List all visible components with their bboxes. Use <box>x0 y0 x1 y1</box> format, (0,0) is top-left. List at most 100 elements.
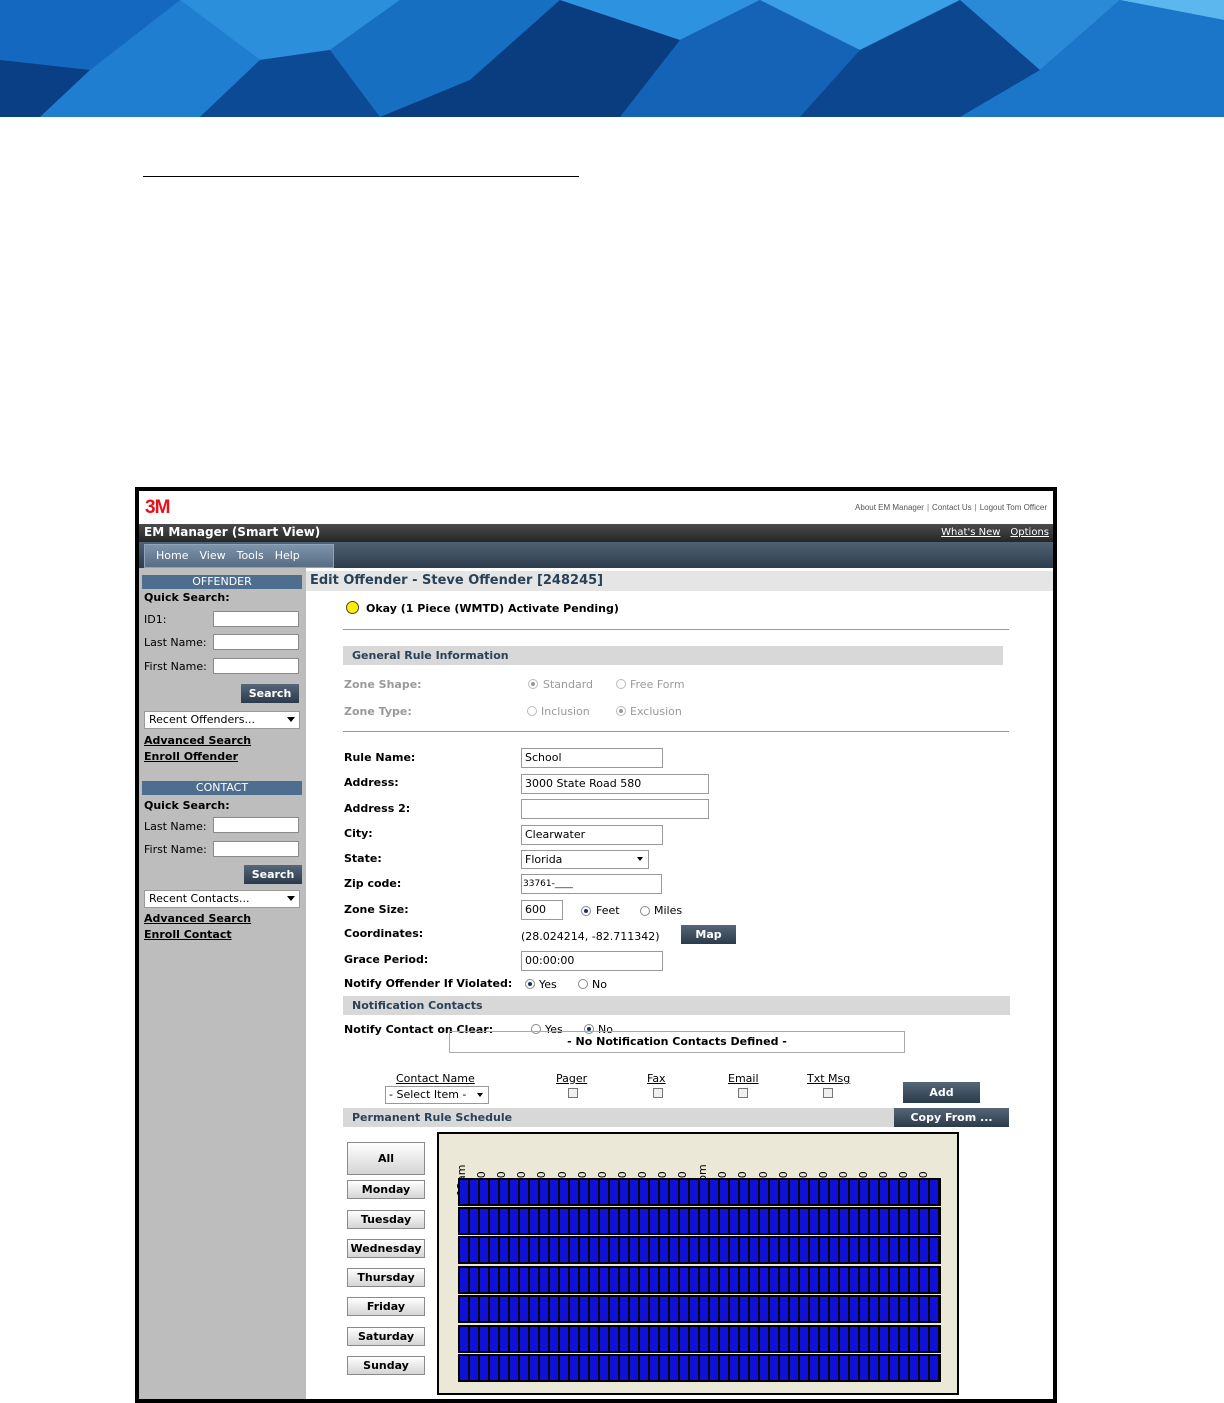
id1-input[interactable] <box>213 611 299 627</box>
schedule-cell[interactable] <box>610 1297 618 1321</box>
schedule-cell[interactable] <box>890 1180 898 1204</box>
notify-no-radio[interactable] <box>578 979 588 989</box>
schedule-cell[interactable] <box>550 1297 558 1321</box>
schedule-cell[interactable] <box>500 1268 508 1292</box>
schedule-cell[interactable] <box>700 1356 708 1380</box>
schedule-cell[interactable] <box>640 1356 648 1380</box>
schedule-cell[interactable] <box>900 1297 908 1321</box>
schedule-cell[interactable] <box>590 1268 598 1292</box>
schedule-cell[interactable] <box>820 1356 828 1380</box>
schedule-cell[interactable] <box>800 1209 808 1233</box>
schedule-cell[interactable] <box>710 1238 718 1262</box>
day-button-tuesday[interactable]: Tuesday <box>347 1210 425 1229</box>
copy-from-button[interactable]: Copy From ... <box>894 1108 1009 1127</box>
schedule-cell[interactable] <box>740 1238 748 1262</box>
schedule-cell[interactable] <box>600 1180 608 1204</box>
schedule-cell[interactable] <box>790 1327 798 1351</box>
schedule-cell[interactable] <box>890 1327 898 1351</box>
zone-shape-freeform-radio[interactable] <box>616 679 626 689</box>
schedule-cell[interactable] <box>570 1268 578 1292</box>
schedule-cell[interactable] <box>880 1297 888 1321</box>
schedule-cell[interactable] <box>810 1180 818 1204</box>
schedule-cell[interactable] <box>540 1209 548 1233</box>
schedule-cell[interactable] <box>520 1327 528 1351</box>
schedule-cell[interactable] <box>740 1297 748 1321</box>
schedule-cell[interactable] <box>490 1180 498 1204</box>
schedule-cell[interactable] <box>640 1238 648 1262</box>
schedule-row-tuesday[interactable] <box>458 1207 941 1235</box>
schedule-cell[interactable] <box>860 1297 868 1321</box>
add-contact-button[interactable]: Add <box>903 1082 980 1103</box>
schedule-cell[interactable] <box>770 1327 778 1351</box>
schedule-cell[interactable] <box>730 1356 738 1380</box>
schedule-cell[interactable] <box>520 1268 528 1292</box>
schedule-cell[interactable] <box>610 1209 618 1233</box>
schedule-cell[interactable] <box>810 1268 818 1292</box>
schedule-cell[interactable] <box>930 1209 938 1233</box>
fax-column[interactable]: Fax <box>647 1072 666 1085</box>
schedule-cell[interactable] <box>600 1268 608 1292</box>
schedule-cell[interactable] <box>820 1268 828 1292</box>
schedule-cell[interactable] <box>830 1268 838 1292</box>
schedule-cell[interactable] <box>730 1297 738 1321</box>
schedule-cell[interactable] <box>860 1268 868 1292</box>
schedule-cell[interactable] <box>600 1238 608 1262</box>
offender-first-name-input[interactable] <box>213 658 299 674</box>
schedule-cell[interactable] <box>460 1268 468 1292</box>
schedule-cell[interactable] <box>770 1180 778 1204</box>
schedule-cell[interactable] <box>640 1327 648 1351</box>
schedule-cell[interactable] <box>680 1268 688 1292</box>
schedule-cell[interactable] <box>620 1180 628 1204</box>
schedule-cell[interactable] <box>690 1356 698 1380</box>
schedule-cell[interactable] <box>910 1327 918 1351</box>
schedule-cell[interactable] <box>480 1356 488 1380</box>
schedule-cell[interactable] <box>490 1268 498 1292</box>
schedule-cell[interactable] <box>510 1268 518 1292</box>
schedule-cell[interactable] <box>730 1209 738 1233</box>
schedule-cell[interactable] <box>750 1356 758 1380</box>
schedule-cell[interactable] <box>570 1327 578 1351</box>
unit-miles-radio[interactable] <box>640 906 650 916</box>
schedule-cell[interactable] <box>460 1180 468 1204</box>
schedule-cell[interactable] <box>610 1238 618 1262</box>
schedule-cell[interactable] <box>510 1356 518 1380</box>
schedule-cell[interactable] <box>530 1297 538 1321</box>
schedule-cell[interactable] <box>640 1297 648 1321</box>
offender-search-button[interactable]: Search <box>241 684 299 703</box>
schedule-cell[interactable] <box>460 1238 468 1262</box>
schedule-row-monday[interactable] <box>458 1178 941 1206</box>
schedule-cell[interactable] <box>560 1180 568 1204</box>
schedule-cell[interactable] <box>580 1209 588 1233</box>
schedule-row-wednesday[interactable] <box>458 1236 941 1264</box>
schedule-cell[interactable] <box>860 1209 868 1233</box>
schedule-cell[interactable] <box>670 1356 678 1380</box>
contact-first-name-input[interactable] <box>213 841 299 857</box>
schedule-cell[interactable] <box>710 1297 718 1321</box>
schedule-cell[interactable] <box>650 1297 658 1321</box>
contact-search-button[interactable]: Search <box>244 865 302 884</box>
schedule-cell[interactable] <box>900 1327 908 1351</box>
schedule-cell[interactable] <box>850 1327 858 1351</box>
schedule-cell[interactable] <box>560 1327 568 1351</box>
schedule-cell[interactable] <box>660 1209 668 1233</box>
schedule-cell[interactable] <box>840 1209 848 1233</box>
schedule-cell[interactable] <box>520 1356 528 1380</box>
schedule-cell[interactable] <box>800 1180 808 1204</box>
schedule-cell[interactable] <box>540 1327 548 1351</box>
rule-name-input[interactable]: School <box>521 748 663 768</box>
schedule-cell[interactable] <box>660 1238 668 1262</box>
schedule-cell[interactable] <box>670 1327 678 1351</box>
schedule-cell[interactable] <box>870 1297 878 1321</box>
schedule-cell[interactable] <box>670 1180 678 1204</box>
schedule-cell[interactable] <box>850 1356 858 1380</box>
schedule-cell[interactable] <box>520 1209 528 1233</box>
schedule-cell[interactable] <box>560 1297 568 1321</box>
schedule-cell[interactable] <box>630 1180 638 1204</box>
schedule-cell[interactable] <box>630 1327 638 1351</box>
schedule-cell[interactable] <box>550 1180 558 1204</box>
schedule-cell[interactable] <box>740 1356 748 1380</box>
schedule-cell[interactable] <box>850 1209 858 1233</box>
schedule-cell[interactable] <box>770 1356 778 1380</box>
schedule-cell[interactable] <box>900 1268 908 1292</box>
schedule-cell[interactable] <box>470 1238 478 1262</box>
